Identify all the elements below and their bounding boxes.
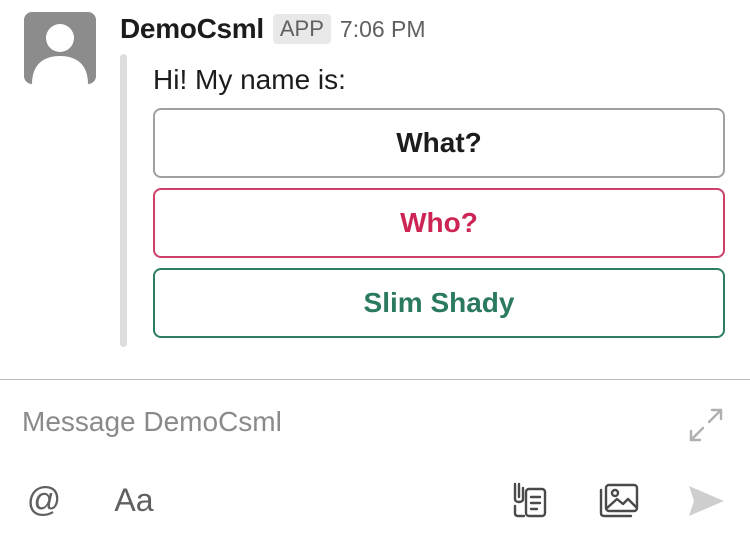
what-button[interactable]: What? [153, 108, 725, 178]
message-timestamp[interactable]: 7:06 PM [340, 16, 426, 43]
who-button[interactable]: Who? [153, 188, 725, 258]
at-icon[interactable]: @ [24, 478, 64, 522]
message-input[interactable] [22, 402, 662, 442]
send-icon[interactable] [686, 482, 726, 520]
slim-shady-button[interactable]: Slim Shady [153, 268, 725, 338]
image-icon[interactable] [597, 480, 641, 520]
avatar[interactable] [24, 12, 96, 84]
shortcuts-icon[interactable] [510, 480, 550, 520]
message-header: DemoCsml APP 7:06 PM [120, 12, 426, 46]
app-badge: APP [272, 14, 331, 44]
message-text: Hi! My name is: [153, 64, 346, 95]
expand-icon[interactable] [686, 405, 726, 445]
attachment-bar [120, 54, 127, 347]
sender-name[interactable]: DemoCsml [120, 13, 264, 45]
composer-divider [0, 379, 750, 380]
format-text-icon[interactable]: Aa [110, 478, 158, 522]
avatar-placeholder-icon [32, 24, 88, 84]
